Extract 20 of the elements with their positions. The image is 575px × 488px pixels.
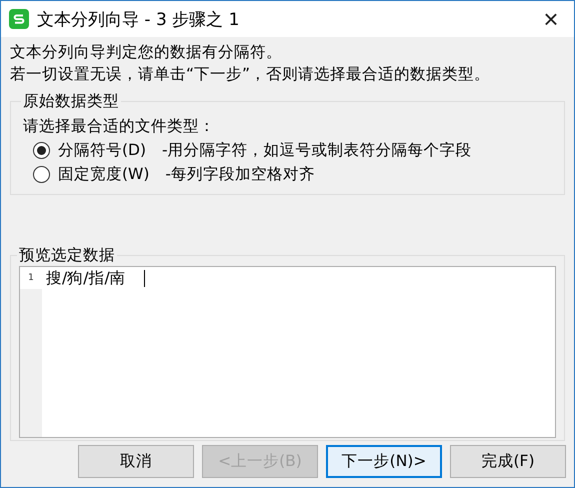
option-description: -用分隔字符，如逗号或制表符分隔每个字段: [162, 140, 472, 160]
radio-button[interactable]: [33, 166, 50, 182]
group-legend: 预览选定数据: [17, 245, 117, 266]
line-number: 1: [20, 267, 42, 289]
radio-button[interactable]: [33, 142, 50, 158]
group-legend: 原始数据类型: [21, 91, 121, 112]
preview-text: 搜/狗/指/南: [46, 268, 126, 288]
app-logo-icon: [9, 9, 29, 29]
option-label[interactable]: 分隔符号(D): [58, 140, 146, 160]
option-label[interactable]: 固定宽度(W): [58, 164, 150, 184]
dialog-button[interactable]: 取消: [78, 445, 194, 478]
intro-text: 文本分列向导判定您的数据有分隔符。: [10, 42, 283, 63]
text-cursor-icon: [144, 270, 145, 286]
window-title: 文本分列向导 - 3 步骤之 1: [37, 8, 240, 30]
dialog-button[interactable]: 下一步(N)>: [326, 445, 442, 478]
intro-text: 若一切设置无误，请单击“下一步”，否则请选择最合适的数据类型。: [10, 64, 492, 85]
dialog-button[interactable]: 完成(F): [450, 445, 566, 478]
option-description: -每列字段加空格对齐: [165, 164, 316, 184]
prompt-text: 请选择最合适的文件类型：: [23, 116, 216, 137]
close-button[interactable]: ×: [528, 1, 574, 37]
